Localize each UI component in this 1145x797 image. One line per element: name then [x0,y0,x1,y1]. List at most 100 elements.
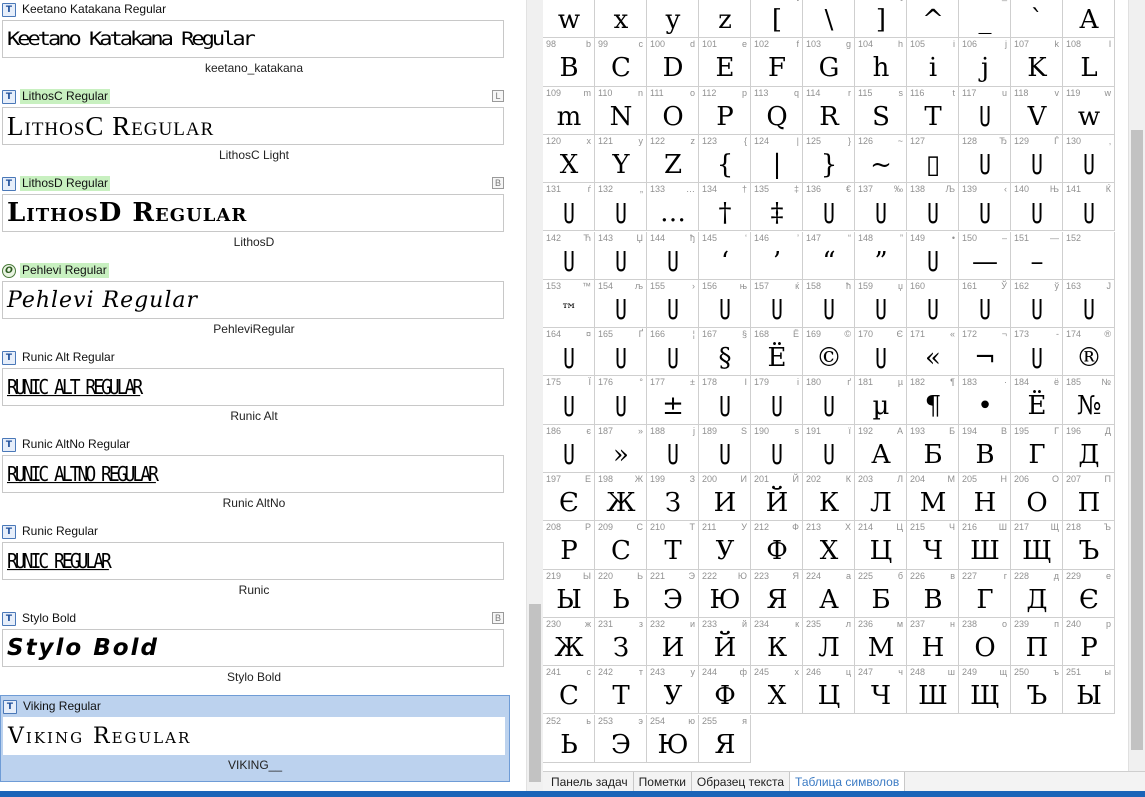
glyph-cell[interactable]: 123 {{ [699,134,751,184]
glyph-cell[interactable]: 117 u U [959,86,1011,135]
glyph-cell[interactable]: 136 € U [803,183,855,232]
glyph-cell[interactable]: 142 Ћ U [543,231,595,280]
glyph-cell[interactable]: 108 l L [1063,38,1115,87]
glyph-cell[interactable]: 243 у У [647,666,699,715]
font-list-item[interactable]: T Viking Regular Viking Regular VIKING__ [0,695,510,782]
glyph-cell[interactable]: 184 ё Ë [1011,376,1063,425]
glyph-cell[interactable]: 148”” [855,231,907,280]
glyph-cell[interactable]: 163 Ј U [1063,279,1115,329]
glyph-cell[interactable]: 206 О О [1011,473,1063,522]
glyph-cell[interactable]: 105 i i [907,38,959,87]
glyph-cell[interactable]: 231 з З [595,617,647,667]
glyph-cell[interactable]: 235 л Л [803,617,855,667]
glyph-cell[interactable]: 196 Д Д [1063,424,1115,473]
glyph-cell[interactable]: 159 џ U [855,279,907,329]
glyph-cell[interactable]: 179 і U [751,376,803,425]
glyph-cell[interactable]: 234 к К [751,617,803,667]
tab-2[interactable]: Образец текста [691,772,791,791]
glyph-cell[interactable]: 171 « « [907,328,959,377]
glyph-cell[interactable]: 194 В В [959,424,1011,473]
glyph-cell[interactable]: 229 е Є [1063,569,1115,618]
glyph-cell[interactable]: 119 w w [1063,86,1115,135]
glyph-cell[interactable]: 189 Ѕ U [699,424,751,473]
glyph-cell[interactable]: 203 Л Л [855,473,907,522]
glyph-cell[interactable]: 164 ¤ U [543,328,595,377]
font-list-scrollbar[interactable] [526,0,543,791]
glyph-cell[interactable]: 134 † † [699,183,751,232]
glyph-cell[interactable]: 216 Ш Ш [959,521,1011,570]
glyph-cell[interactable]: 199 З З [647,473,699,522]
glyph-cell[interactable]: 98 b B [543,38,595,87]
glyph-cell[interactable]: 240 р Р [1063,617,1115,667]
glyph-cell[interactable]: 102 f F [751,38,803,87]
glyph-cell[interactable]: 115 s S [855,86,907,135]
glyph-cell[interactable]: 185 № № [1063,376,1115,425]
glyph-cell[interactable]: 139 ‹ U [959,183,1011,232]
glyph-cell[interactable]: 114 r R [803,86,855,135]
glyph-cell[interactable]: 181 µ µ [855,376,907,425]
glyph-cell[interactable]: 104 h h [855,38,907,87]
glyph-cell[interactable]: 111 o O [647,86,699,135]
character-map-scroll-thumb[interactable] [1131,130,1143,750]
glyph-cell[interactable]: 173 - U [1011,328,1063,377]
glyph-cell[interactable]: 109 m m [543,86,595,135]
glyph-cell[interactable]: 149 • U [907,231,959,280]
glyph-cell[interactable]: 200 И И [699,473,751,522]
glyph-cell[interactable]: 230 ж Ж [543,617,595,667]
glyph-cell[interactable]: 130 ‚ U [1063,134,1115,184]
glyph-cell[interactable]: 254 ю Ю [647,714,699,763]
glyph-cell[interactable]: 143 Џ U [595,231,647,280]
glyph-cell[interactable]: 132 „ U [595,183,647,232]
glyph-cell[interactable]: 162 ў U [1011,279,1063,329]
glyph-cell[interactable]: 212 Ф Ф [751,521,803,570]
glyph-cell[interactable]: 218 Ъ Ъ [1063,521,1115,570]
glyph-cell[interactable]: 92 \ \ [803,0,855,39]
glyph-cell[interactable]: 238 о О [959,617,1011,667]
glyph-cell[interactable]: 129 Ѓ U [1011,134,1063,184]
glyph-cell[interactable]: 186 є U [543,424,595,473]
glyph-cell[interactable]: 165 Ґ U [595,328,647,377]
font-list-item[interactable]: T Runic Regular RUNIC REGULAR Runic [0,521,510,608]
glyph-cell[interactable]: 151 — – [1011,231,1063,280]
glyph-cell[interactable]: 208 Р Р [543,521,595,570]
glyph-cell[interactable]: 178 І U [699,376,751,425]
glyph-cell[interactable]: 211 У У [699,521,751,570]
glyph-cell[interactable]: 249 щ Щ [959,666,1011,715]
font-list-item[interactable]: T Runic AltNo Regular RUNIC ALTNO REGULAR R… [0,434,510,521]
glyph-cell[interactable]: 202 К К [803,473,855,522]
glyph-cell[interactable]: 220 Ь Ь [595,569,647,618]
glyph-cell[interactable]: 252 ь Ь [543,714,595,763]
glyph-cell[interactable]: 131 ѓ U [543,183,595,232]
glyph-cell[interactable]: 255 я Я [699,714,751,763]
glyph-cell[interactable]: 222 Ю Ю [699,569,751,618]
glyph-cell[interactable]: 138 Љ U [907,183,959,232]
glyph-cell[interactable]: 204 М М [907,473,959,522]
glyph-cell[interactable]: 122 z Z [647,134,699,184]
glyph-cell[interactable]: 133 …… [647,183,699,232]
glyph-cell[interactable]: 116 t T [907,86,959,135]
glyph-cell[interactable]: 241 с С [543,666,595,715]
glyph-cell[interactable]: 89 Yy [647,0,699,39]
glyph-cell[interactable]: 177 ± ± [647,376,699,425]
glyph-cell[interactable]: 91 [[ [751,0,803,39]
glyph-cell[interactable]: 180 ґ U [803,376,855,425]
glyph-cell[interactable]: 215 Ч Ч [907,521,959,570]
glyph-cell[interactable]: 144 ђ U [647,231,699,280]
font-list-item[interactable]: O Pehlevi Regular Pehlevi Regular PehleviRe… [0,260,510,347]
glyph-cell[interactable]: 182 ¶ ¶ [907,376,959,425]
glyph-cell[interactable]: 187 » » [595,424,647,473]
tab-3[interactable]: Таблица символов [790,772,906,791]
glyph-cell[interactable]: 253 э Э [595,714,647,763]
glyph-cell[interactable]: 188 ј U [647,424,699,473]
glyph-cell[interactable]: 247 ч Ч [855,666,907,715]
glyph-cell[interactable]: 127 ▯ [907,134,959,184]
glyph-cell[interactable]: 221 Э Э [647,569,699,618]
glyph-cell[interactable]: 155 › U [647,279,699,329]
glyph-cell[interactable]: 158 ћ U [803,279,855,329]
glyph-cell[interactable]: 226 в В [907,569,959,618]
glyph-cell[interactable]: 209 С С [595,521,647,570]
glyph-cell[interactable]: 190 ѕ U [751,424,803,473]
glyph-cell[interactable]: 137 ‰ U [855,183,907,232]
glyph-cell[interactable]: 97 a A [1063,0,1115,39]
glyph-cell[interactable]: 205 Н Н [959,473,1011,522]
